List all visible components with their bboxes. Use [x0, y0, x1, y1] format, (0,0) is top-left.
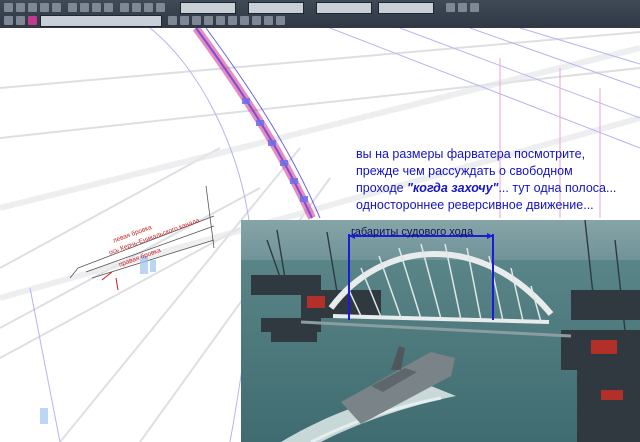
- tool-button[interactable]: [80, 3, 89, 12]
- tool-button[interactable]: [276, 16, 285, 25]
- tool-button[interactable]: [52, 3, 61, 12]
- tool-button[interactable]: [40, 3, 49, 12]
- screenshot-canvas: левая бровка ось Керчь-Еникальского кана…: [0, 0, 640, 442]
- commentary-text: вы на размеры фарватера посмотрите, преж…: [356, 146, 636, 214]
- tool-button[interactable]: [458, 3, 467, 12]
- toolbar-dropdown[interactable]: [378, 2, 434, 14]
- tool-button[interactable]: [16, 3, 25, 12]
- tool-button[interactable]: [168, 16, 177, 25]
- bridge-arch-photo: [241, 220, 640, 442]
- tool-button[interactable]: [16, 16, 25, 25]
- tool-button[interactable]: [144, 3, 153, 12]
- tool-button[interactable]: [228, 16, 237, 25]
- commentary-line-3: проходе "когда захочу"... тут одна полос…: [356, 181, 617, 195]
- tool-button[interactable]: [120, 3, 129, 12]
- tool-button[interactable]: [156, 3, 165, 12]
- tool-button[interactable]: [252, 16, 261, 25]
- cad-toolbar: [0, 0, 640, 28]
- commentary-line-1: вы на размеры фарватера посмотрите,: [356, 147, 586, 161]
- tool-button[interactable]: [216, 16, 225, 25]
- tool-button[interactable]: [28, 3, 37, 12]
- tool-button[interactable]: [92, 3, 101, 12]
- clearance-label: габариты судового хода: [351, 226, 474, 238]
- tool-button[interactable]: [68, 3, 77, 12]
- tool-button[interactable]: [446, 3, 455, 12]
- toolbar-dropdown[interactable]: [248, 2, 304, 14]
- tool-button[interactable]: [4, 16, 13, 25]
- tool-button[interactable]: [470, 3, 479, 12]
- tool-button[interactable]: [180, 16, 189, 25]
- commentary-line-2: прежде чем рассуждать о свободном: [356, 164, 573, 178]
- tool-button[interactable]: [192, 16, 201, 25]
- tool-button[interactable]: [264, 16, 273, 25]
- tool-button[interactable]: [132, 3, 141, 12]
- toolbar-row-bottom: [0, 14, 640, 27]
- tool-button[interactable]: [104, 3, 113, 12]
- tool-button[interactable]: [204, 16, 213, 25]
- toolbar-row-top: [0, 1, 640, 14]
- toolbar-dropdown[interactable]: [180, 2, 236, 14]
- commentary-line-4: одностороннее реверсивное движение...: [356, 198, 594, 212]
- color-swatch-button[interactable]: [28, 16, 37, 25]
- toolbar-dropdown[interactable]: [316, 2, 372, 14]
- tool-button[interactable]: [4, 3, 13, 12]
- layer-dropdown[interactable]: [40, 15, 162, 27]
- tool-button[interactable]: [240, 16, 249, 25]
